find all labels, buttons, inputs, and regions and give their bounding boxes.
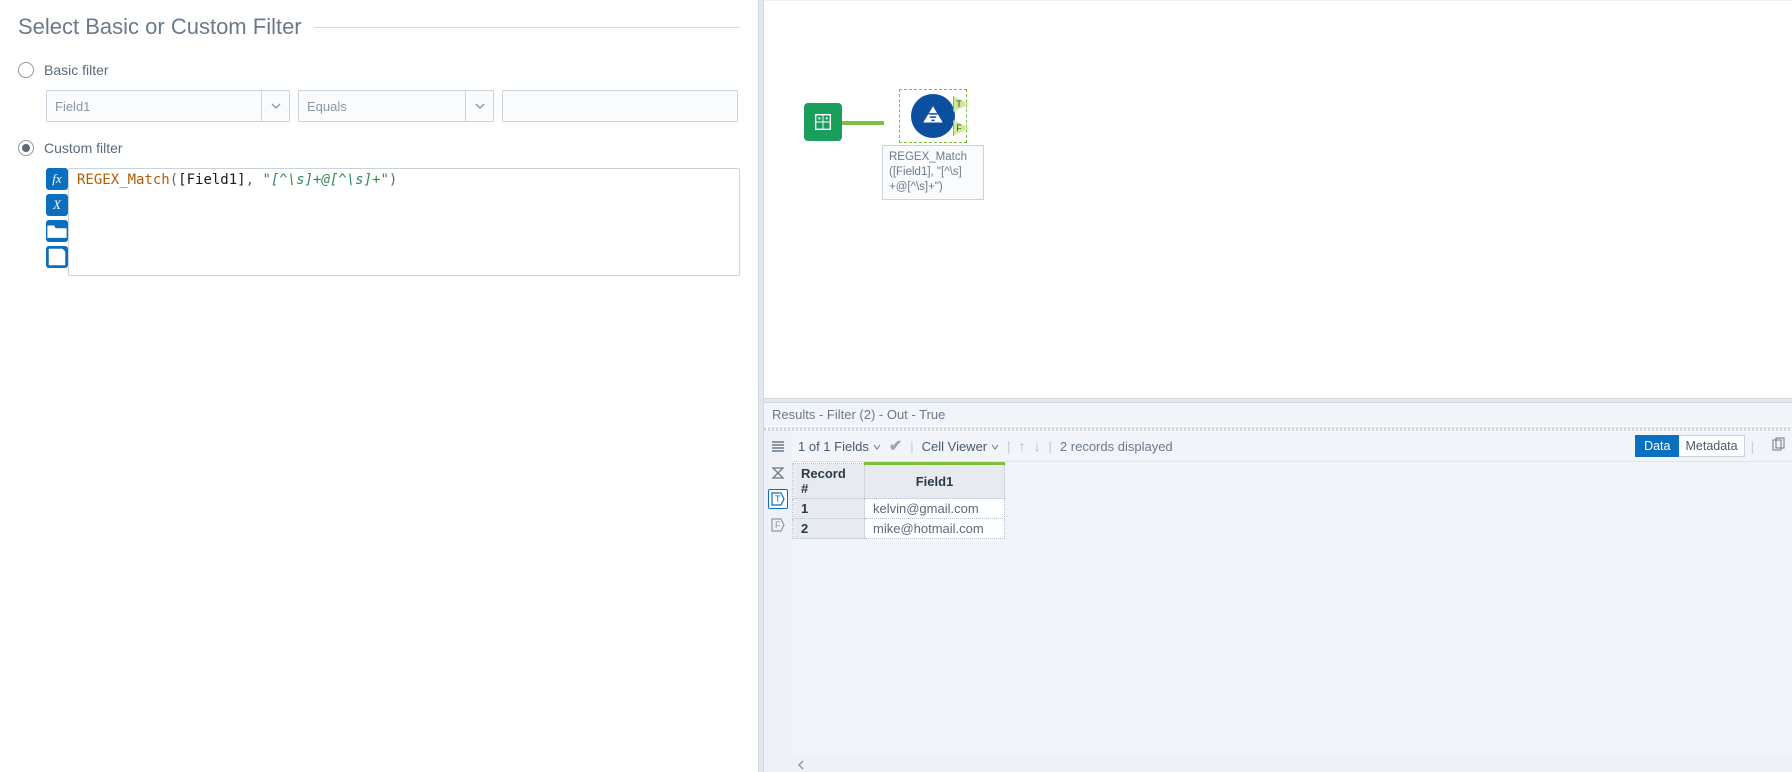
basic-filter-label: Basic filter — [44, 62, 109, 78]
expression-editor[interactable]: REGEX_Match([Field1], "[^\s]+@[^\s]+") — [68, 168, 740, 276]
chevron-left-icon — [796, 760, 806, 770]
results-toolbar: 1 of 1 Fields ✔ | Cell Viewer | ↑ ↓ | 2 … — [792, 431, 1792, 462]
workflow-canvas[interactable]: T F REGEX_Match ([Field1], "[^\s] +@[^\s… — [764, 0, 1792, 398]
check-icon[interactable]: ✔ — [889, 436, 902, 456]
toolbar-right: Data Metadata | — [1635, 435, 1786, 457]
row-number: 1 — [793, 499, 865, 519]
variable-x-icon[interactable]: X — [46, 194, 68, 216]
copy-icon[interactable] — [1770, 437, 1786, 456]
expression-toolbar: fx X — [46, 168, 68, 276]
custom-filter-label: Custom filter — [44, 140, 123, 156]
basic-operator-select[interactable]: Equals — [298, 90, 494, 122]
filter-tool-icon — [911, 94, 955, 138]
true-output-icon[interactable]: T — [768, 489, 788, 509]
filter-tool-group: T F REGEX_Match ([Field1], "[^\s] +@[^\s… — [882, 89, 984, 200]
filter-config-panel: Select Basic or Custom Filter Basic filt… — [0, 0, 758, 772]
results-main: 1 of 1 Fields ✔ | Cell Viewer | ↑ ↓ | 2 … — [792, 431, 1792, 772]
cell-field1[interactable]: mike@hotmail.com — [865, 519, 1005, 539]
chevron-down-icon — [991, 439, 999, 454]
separator: | — [1049, 439, 1052, 454]
results-grid-wrap: Record # Field1 1 kelvin@gmail.com 2 — [792, 462, 1792, 539]
right-side: T F REGEX_Match ([Field1], "[^\s] +@[^\s… — [764, 0, 1792, 772]
results-icon-column: T F — [764, 431, 792, 772]
col-field1[interactable]: Field1 — [865, 464, 1005, 499]
custom-filter-option[interactable]: Custom filter — [18, 140, 740, 156]
chevron-down-icon — [465, 91, 493, 121]
results-grid[interactable]: Record # Field1 1 kelvin@gmail.com 2 — [792, 462, 1005, 539]
custom-filter-area: fx X REGEX_Match([Field1], "[^\s]+@[^\s]… — [46, 168, 740, 276]
basic-field-select[interactable]: Field1 — [46, 90, 290, 122]
section-rule — [314, 27, 740, 28]
separator: | — [1751, 439, 1754, 454]
expr-fn: REGEX_Match — [77, 172, 170, 188]
basic-field-value: Field1 — [55, 99, 90, 114]
input-data-tool[interactable] — [804, 103, 842, 141]
folder-open-icon[interactable] — [46, 220, 68, 242]
expr-string: "[^\s]+@[^\s]+" — [262, 172, 388, 188]
filter-tool-annotation[interactable]: REGEX_Match ([Field1], "[^\s] +@[^\s]+") — [882, 145, 984, 200]
records-displayed-text: 2 records displayed — [1060, 439, 1173, 454]
results-title: Results - Filter (2) - Out - True — [764, 403, 1792, 427]
basic-operator-value: Equals — [307, 99, 347, 114]
fields-summary-dropdown[interactable]: 1 of 1 Fields — [798, 439, 881, 454]
basic-value-input[interactable] — [502, 90, 738, 122]
basic-filter-option[interactable]: Basic filter — [18, 62, 740, 78]
tab-data[interactable]: Data — [1635, 435, 1679, 457]
results-panel: Results - Filter (2) - Out - True T F — [764, 403, 1792, 772]
records-list-icon[interactable] — [768, 437, 788, 457]
false-output-icon[interactable]: F — [768, 515, 788, 535]
table-row[interactable]: 1 kelvin@gmail.com — [793, 499, 1005, 519]
section-header: Select Basic or Custom Filter — [18, 14, 740, 40]
sigma-icon[interactable] — [768, 463, 788, 483]
col-record-number[interactable]: Record # — [793, 464, 865, 499]
section-title: Select Basic or Custom Filter — [18, 14, 302, 40]
filter-output-true[interactable]: T — [953, 96, 969, 112]
filter-output-false[interactable]: F — [953, 120, 969, 136]
separator: | — [910, 439, 913, 454]
table-row[interactable]: 2 mike@hotmail.com — [793, 519, 1005, 539]
tab-metadata[interactable]: Metadata — [1679, 435, 1744, 457]
svg-text:F: F — [775, 520, 781, 530]
radio-unchecked-icon — [18, 62, 34, 78]
radio-checked-icon — [18, 140, 34, 156]
expr-field: [Field1] — [178, 172, 245, 188]
connector-line[interactable] — [842, 121, 884, 125]
chevron-down-icon — [873, 439, 881, 454]
cell-field1[interactable]: kelvin@gmail.com — [865, 499, 1005, 519]
basic-filter-inputs: Field1 Equals — [46, 90, 740, 122]
horizontal-scrollbar[interactable] — [792, 758, 1792, 772]
results-body: T F 1 of 1 Fields ✔ | Cell Viewer — [764, 431, 1792, 772]
arrow-up-icon[interactable]: ↑ — [1019, 438, 1026, 454]
save-icon[interactable] — [46, 246, 68, 268]
results-grid-body: 1 kelvin@gmail.com 2 mike@hotmail.com — [793, 499, 1005, 539]
row-number: 2 — [793, 519, 865, 539]
separator: | — [1007, 439, 1010, 454]
fx-icon[interactable]: fx — [46, 168, 68, 190]
filter-tool-selected[interactable]: T F — [899, 89, 967, 143]
arrow-down-icon[interactable]: ↓ — [1034, 438, 1041, 454]
chevron-down-icon — [261, 91, 289, 121]
cell-viewer-dropdown[interactable]: Cell Viewer — [922, 439, 1000, 454]
svg-text:T: T — [775, 494, 781, 504]
